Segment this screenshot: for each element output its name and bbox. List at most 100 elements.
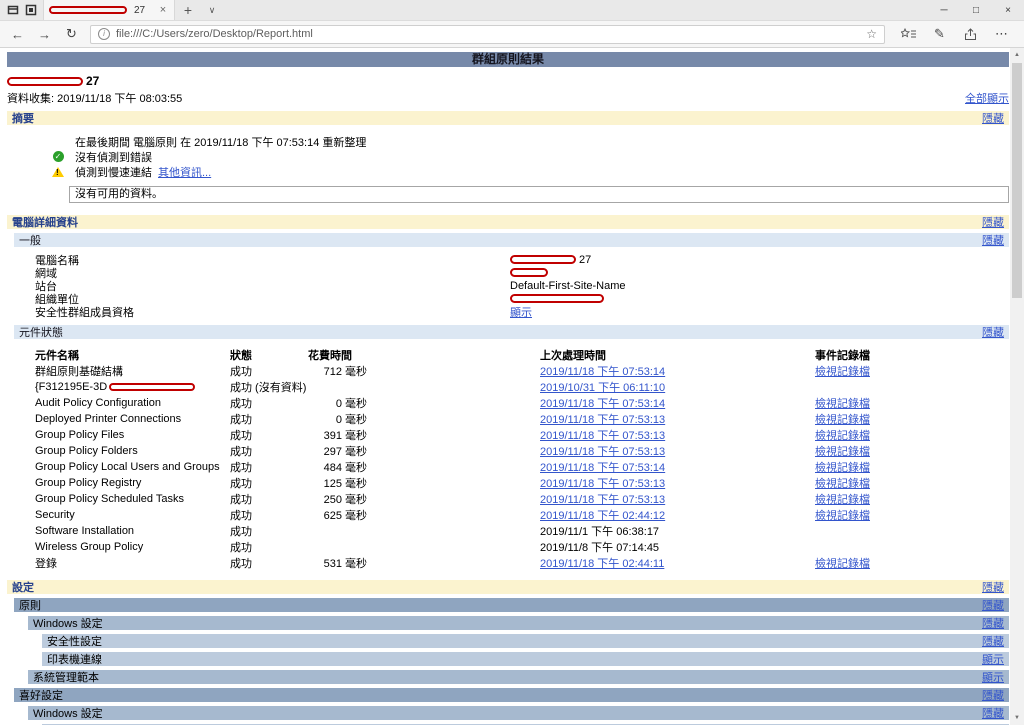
computer-name-heading: 27 (7, 74, 1009, 88)
component-name: Deployed Printer Connections (35, 413, 182, 425)
summary-line: 在最後期間 電腦原則 在 2019/11/18 下午 07:53:14 重新整理 (47, 134, 1009, 149)
browser-tab[interactable]: 27 × (43, 0, 175, 20)
settings-band-label: 喜好設定 (19, 690, 63, 702)
toggle-link[interactable]: 顯示 (982, 651, 1004, 667)
column-header: 花費時間 (308, 350, 352, 362)
toggle-link[interactable]: 隱藏 (982, 633, 1004, 649)
summary-section-header[interactable]: 摘要 隱藏 (7, 111, 1009, 125)
event-time-link[interactable]: 2019/11/18 下午 07:53:14 (540, 398, 665, 410)
view-log-link[interactable]: 檢視記錄檔 (815, 494, 870, 506)
event-time-link[interactable]: 2019/11/18 下午 07:53:13 (540, 494, 665, 506)
view-log-link[interactable]: 檢視記錄檔 (815, 510, 870, 522)
more-info-link[interactable]: 其他資訊... (158, 164, 211, 180)
show-all-link[interactable]: 全部顯示 (965, 90, 1009, 106)
toggle-link[interactable]: 隱藏 (982, 597, 1004, 613)
view-log-link[interactable]: 檢視記錄檔 (815, 478, 870, 490)
view-log-link[interactable]: 檢視記錄檔 (815, 366, 870, 378)
settings-band[interactable]: Windows 設定 隱藏 (28, 616, 1009, 630)
tab-preview-chevron-icon[interactable]: ∨ (201, 0, 223, 20)
tab-preview-icon[interactable] (5, 0, 20, 20)
hub-icon[interactable] (900, 28, 917, 40)
spacer-cell (375, 427, 540, 443)
toolbar-icons: ✎ ⋯ (895, 26, 1015, 42)
event-time-link[interactable]: 2019/11/18 下午 07:53:13 (540, 446, 665, 458)
refresh-button[interactable]: ↻ (63, 26, 80, 42)
navigation-bar: ← → ↻ i file:///C:/Users/zero/Desktop/Re… (0, 21, 1024, 48)
toggle-link[interactable]: 隱藏 (982, 705, 1004, 721)
component-status-table: 元件名稱 狀態 花費時間 上次處理時間 事件記錄檔 群組原則基礎結構 成功 712 … (35, 347, 1009, 571)
toggle-link[interactable]: 隱藏 (982, 579, 1004, 595)
last-process-time: 2019/10/31 下午 06:11:10 (540, 379, 815, 395)
component-time: 297 毫秒 (323, 446, 367, 458)
page-scrollbar[interactable]: ▲ ▼ (1010, 48, 1024, 725)
view-log-link[interactable]: 檢視記錄檔 (815, 462, 870, 474)
settings-band[interactable]: Windows 設定 隱藏 (28, 706, 1009, 720)
component-status-subsection-header[interactable]: 元件狀態 隱藏 (14, 325, 1009, 339)
add-favorite-star-icon[interactable]: ☆ (866, 27, 877, 41)
general-field-value (510, 267, 551, 279)
scrollbar-thumb[interactable] (1012, 63, 1022, 298)
computer-details-section-header[interactable]: 電腦詳細資料 隱藏 (7, 215, 1009, 229)
component-time (308, 379, 375, 395)
close-button[interactable]: × (992, 0, 1024, 20)
component-name: Software Installation (35, 525, 135, 537)
slow-link-text: 偵測到慢速連結 (75, 166, 152, 179)
spacer-cell (375, 539, 540, 555)
event-time-link[interactable]: 2019/11/18 下午 07:53:13 (540, 414, 665, 426)
component-row: 群組原則基礎結構 成功 712 毫秒 2019/11/18 下午 07:53:14 檢視… (35, 363, 1009, 379)
back-button[interactable]: ← (9, 27, 26, 42)
event-time-link[interactable]: 2019/11/18 下午 07:53:14 (540, 462, 665, 474)
view-log-link[interactable]: 檢視記錄檔 (815, 558, 870, 570)
show-link[interactable]: 顯示 (510, 307, 532, 319)
view-log-link[interactable]: 檢視記錄檔 (815, 398, 870, 410)
address-bar[interactable]: i file:///C:/Users/zero/Desktop/Report.h… (90, 24, 885, 44)
settings-band[interactable]: 印表機連線 顯示 (42, 652, 1009, 666)
toggle-link[interactable]: 隱藏 (982, 110, 1004, 126)
general-rows: 電腦名稱 27 網域 站台 Default-First-Site-Name 組織單位 安全性… (35, 253, 1009, 319)
component-time: 531 毫秒 (323, 558, 367, 570)
share-icon[interactable] (962, 27, 979, 41)
event-time-link[interactable]: 2019/11/18 下午 02:44:12 (540, 510, 665, 522)
minimize-button[interactable]: ─ (928, 0, 960, 20)
settings-band[interactable]: 安全性設定 隱藏 (42, 634, 1009, 648)
component-status: 成功 (230, 446, 252, 458)
toggle-link[interactable]: 隱藏 (982, 214, 1004, 230)
general-subsection-header[interactable]: 一般 隱藏 (14, 233, 1009, 247)
toggle-link[interactable]: 隱藏 (982, 615, 1004, 631)
scroll-up-icon[interactable]: ▲ (1010, 48, 1024, 62)
event-time-link[interactable]: 2019/11/18 下午 07:53:13 (540, 478, 665, 490)
view-log-link[interactable]: 檢視記錄檔 (815, 430, 870, 442)
last-process-time: 2019/11/1 下午 06:38:17 (540, 526, 660, 538)
spacer-cell (375, 523, 540, 539)
set-tabs-aside-icon[interactable] (23, 0, 38, 20)
event-time-link[interactable]: 2019/11/18 下午 02:44:11 (540, 558, 664, 570)
toggle-link[interactable]: 隱藏 (982, 687, 1004, 703)
event-time-link[interactable]: 2019/10/31 下午 06:11:10 (540, 382, 665, 394)
toggle-link[interactable]: 顯示 (982, 669, 1004, 685)
info-icon[interactable]: i (98, 28, 110, 40)
component-name: Group Policy Local Users and Groups (35, 461, 220, 473)
event-time-link[interactable]: 2019/11/18 下午 07:53:13 (540, 430, 665, 442)
toggle-link[interactable]: 隱藏 (982, 232, 1004, 248)
success-icon: ✓ (52, 151, 64, 162)
scroll-down-icon[interactable]: ▼ (1010, 711, 1024, 725)
tab-close-icon[interactable]: × (157, 4, 169, 16)
toggle-link[interactable]: 隱藏 (982, 324, 1004, 340)
settings-section-header[interactable]: 設定 隱藏 (7, 580, 1009, 594)
maximize-button[interactable]: □ (960, 0, 992, 20)
event-time-link[interactable]: 2019/11/18 下午 07:53:14 (540, 366, 665, 378)
spacer-cell (375, 443, 540, 459)
settings-band[interactable]: 喜好設定 隱藏 (14, 688, 1009, 702)
more-icon[interactable]: ⋯ (993, 26, 1010, 42)
forward-button[interactable]: → (36, 27, 53, 42)
settings-band[interactable]: 原則 隱藏 (14, 598, 1009, 612)
view-log-link[interactable]: 檢視記錄檔 (815, 414, 870, 426)
component-row: Group Policy Scheduled Tasks 成功 250 毫秒 2019… (35, 491, 1009, 507)
annotate-icon[interactable]: ✎ (931, 26, 948, 42)
report-page: 群組原則結果 27 資料收集: 2019/11/18 下午 08:03:55 全… (0, 48, 1024, 725)
component-row: Group Policy Local Users and Groups 成功 484… (35, 459, 1009, 475)
settings-band[interactable]: 系統管理範本 顯示 (28, 670, 1009, 684)
new-tab-button[interactable]: + (175, 0, 201, 20)
view-log-link[interactable]: 檢視記錄檔 (815, 446, 870, 458)
last-process-time: 2019/11/18 下午 07:53:13 (540, 427, 815, 443)
